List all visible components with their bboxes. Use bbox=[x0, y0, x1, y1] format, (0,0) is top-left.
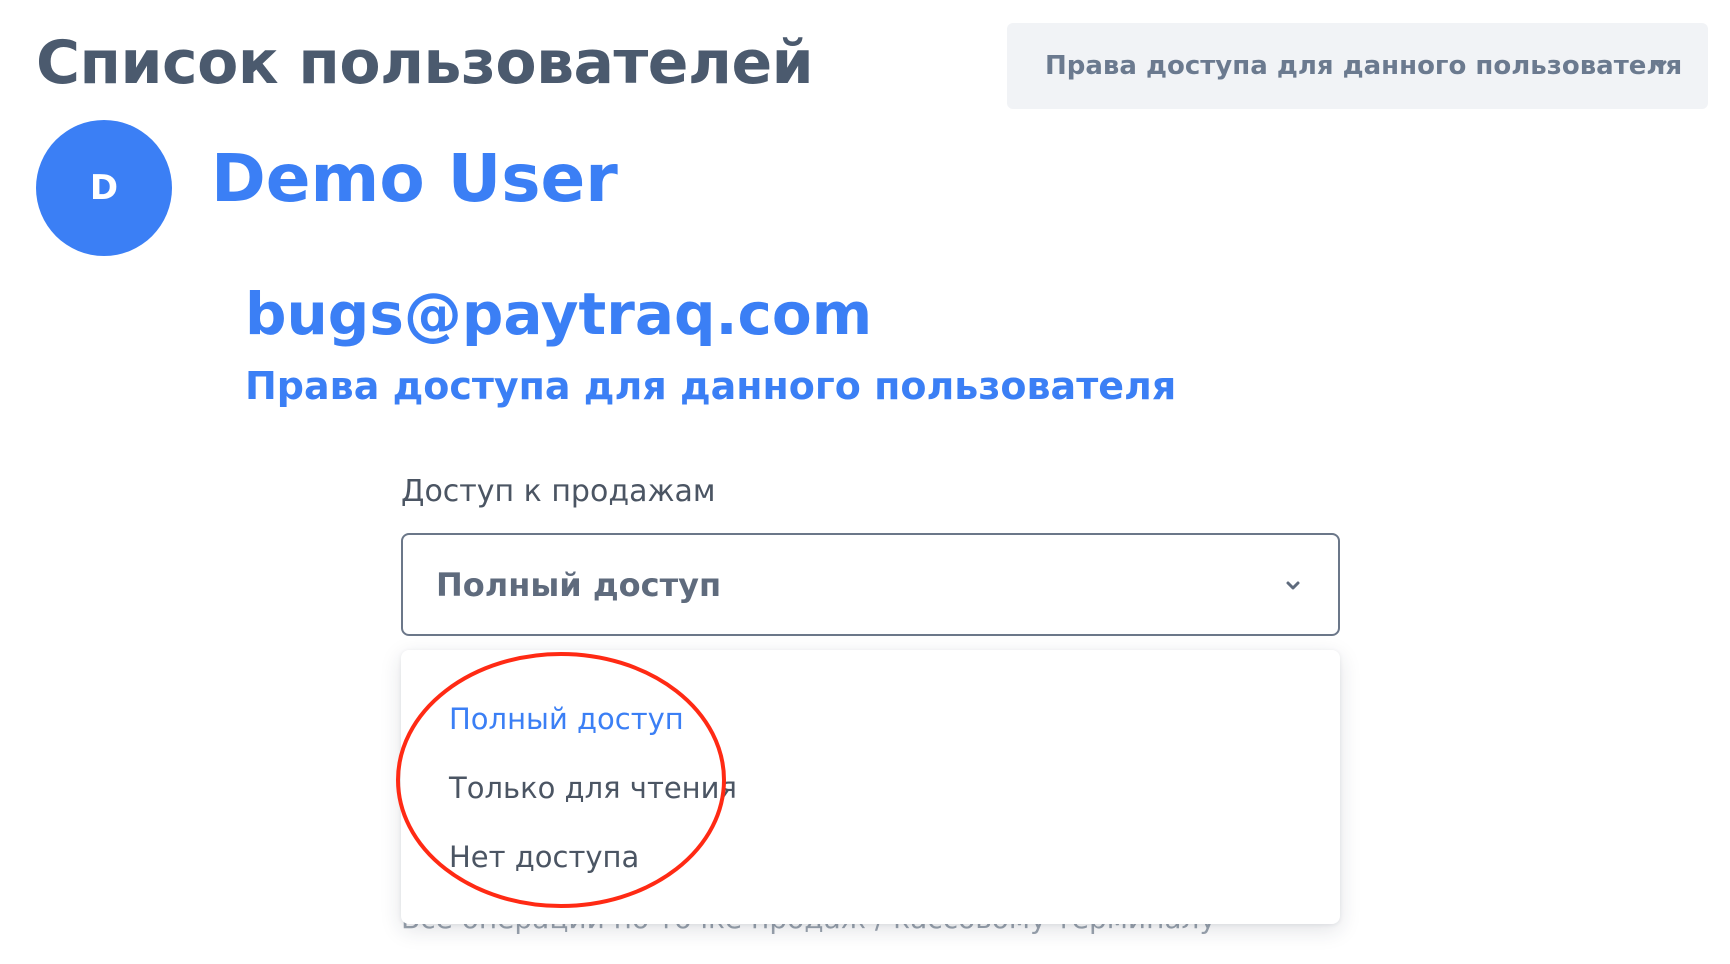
option-full-access[interactable]: Полный доступ bbox=[449, 702, 684, 736]
permissions-section-title: Права доступа для данного пользователя bbox=[245, 364, 1177, 408]
user-email: bugs@paytraq.com bbox=[245, 280, 873, 348]
chevron-down-icon bbox=[1286, 581, 1300, 590]
chevron-down-icon bbox=[1653, 60, 1667, 69]
permissions-dropdown-label: Права доступа для данного пользователя bbox=[1045, 51, 1683, 81]
option-no-access[interactable]: Нет доступа bbox=[449, 840, 639, 874]
avatar-initial: D bbox=[89, 168, 119, 208]
option-read-only[interactable]: Только для чтения bbox=[449, 771, 737, 805]
permissions-dropdown-button[interactable]: Права доступа для данного пользователя bbox=[1007, 23, 1708, 109]
sales-access-options-menu: Полный доступ Только для чтения Нет дост… bbox=[401, 650, 1340, 924]
sales-access-select[interactable]: Полный доступ bbox=[401, 533, 1340, 636]
page-title: Список пользователей bbox=[36, 28, 814, 98]
sales-access-selected-value: Полный доступ bbox=[436, 565, 722, 604]
user-name: Demo User bbox=[211, 140, 618, 217]
sales-access-label: Доступ к продажам bbox=[401, 474, 716, 509]
avatar: D bbox=[36, 120, 172, 256]
